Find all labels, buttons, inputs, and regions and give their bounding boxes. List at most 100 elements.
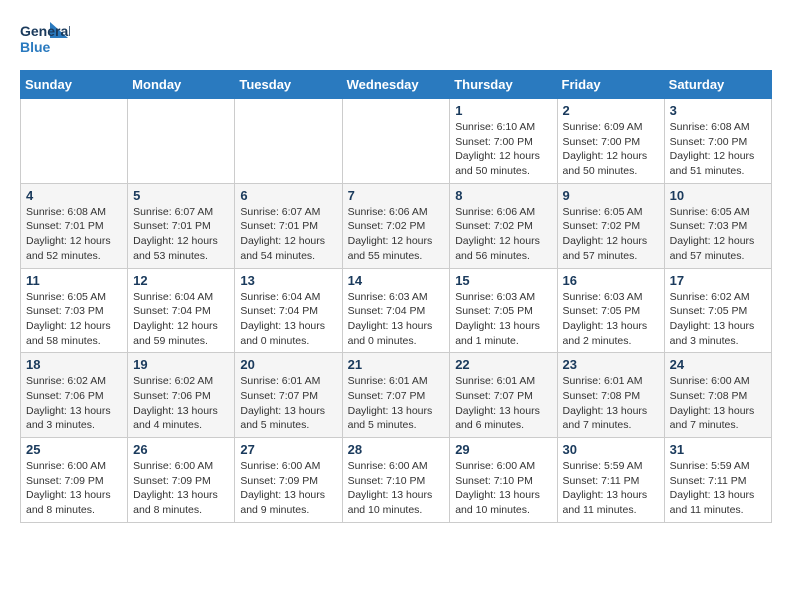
day-info: Sunrise: 6:07 AM Sunset: 7:01 PM Dayligh… xyxy=(133,205,229,264)
day-number: 2 xyxy=(563,103,659,118)
calendar-cell xyxy=(342,99,450,184)
calendar-cell: 13Sunrise: 6:04 AM Sunset: 7:04 PM Dayli… xyxy=(235,268,342,353)
day-number: 18 xyxy=(26,357,122,372)
day-number: 9 xyxy=(563,188,659,203)
calendar: SundayMondayTuesdayWednesdayThursdayFrid… xyxy=(20,70,772,523)
day-info: Sunrise: 6:00 AM Sunset: 7:08 PM Dayligh… xyxy=(670,374,766,433)
day-header-sunday: Sunday xyxy=(21,71,128,99)
day-header-saturday: Saturday xyxy=(664,71,771,99)
calendar-cell: 23Sunrise: 6:01 AM Sunset: 7:08 PM Dayli… xyxy=(557,353,664,438)
day-number: 27 xyxy=(240,442,336,457)
day-number: 5 xyxy=(133,188,229,203)
calendar-cell: 15Sunrise: 6:03 AM Sunset: 7:05 PM Dayli… xyxy=(450,268,557,353)
calendar-cell: 30 Sunrise: 5:59 AM Sunset: 7:11 PM Dayli… xyxy=(557,438,664,523)
day-header-friday: Friday xyxy=(557,71,664,99)
header: GeneralBlue xyxy=(20,20,772,60)
calendar-cell: 17Sunrise: 6:02 AM Sunset: 7:05 PM Dayli… xyxy=(664,268,771,353)
calendar-cell: 24 Sunrise: 6:00 AM Sunset: 7:08 PM Dayli… xyxy=(664,353,771,438)
day-info: Sunrise: 6:03 AM Sunset: 7:05 PM Dayligh… xyxy=(455,290,551,349)
week-row-4: 18 Sunrise: 6:02 AM Sunset: 7:06 PM Dayli… xyxy=(21,353,772,438)
calendar-cell: 7 Sunrise: 6:06 AM Sunset: 7:02 PM Daylig… xyxy=(342,183,450,268)
calendar-cell: 1Sunrise: 6:10 AM Sunset: 7:00 PM Daylig… xyxy=(450,99,557,184)
day-number: 12 xyxy=(133,273,229,288)
day-info: Sunrise: 6:00 AM Sunset: 7:10 PM Dayligh… xyxy=(348,459,445,518)
calendar-cell xyxy=(128,99,235,184)
day-number: 29 xyxy=(455,442,551,457)
day-info: Sunrise: 6:04 AM Sunset: 7:04 PM Dayligh… xyxy=(240,290,336,349)
day-number: 17 xyxy=(670,273,766,288)
calendar-cell xyxy=(21,99,128,184)
calendar-cell xyxy=(235,99,342,184)
logo-icon: GeneralBlue xyxy=(20,20,70,60)
day-number: 19 xyxy=(133,357,229,372)
day-info: Sunrise: 6:05 AM Sunset: 7:03 PM Dayligh… xyxy=(26,290,122,349)
calendar-cell: 28 Sunrise: 6:00 AM Sunset: 7:10 PM Dayli… xyxy=(342,438,450,523)
day-info: Sunrise: 5:59 AM Sunset: 7:11 PM Dayligh… xyxy=(563,459,659,518)
calendar-cell: 11 Sunrise: 6:05 AM Sunset: 7:03 PM Dayli… xyxy=(21,268,128,353)
week-row-5: 25Sunrise: 6:00 AM Sunset: 7:09 PM Dayli… xyxy=(21,438,772,523)
calendar-cell: 26 Sunrise: 6:00 AM Sunset: 7:09 PM Dayli… xyxy=(128,438,235,523)
day-number: 8 xyxy=(455,188,551,203)
day-info: Sunrise: 6:02 AM Sunset: 7:06 PM Dayligh… xyxy=(26,374,122,433)
calendar-cell: 3 Sunrise: 6:08 AM Sunset: 7:00 PM Daylig… xyxy=(664,99,771,184)
day-info: Sunrise: 6:09 AM Sunset: 7:00 PM Dayligh… xyxy=(563,120,659,179)
calendar-cell: 2 Sunrise: 6:09 AM Sunset: 7:00 PM Daylig… xyxy=(557,99,664,184)
week-row-3: 11 Sunrise: 6:05 AM Sunset: 7:03 PM Dayli… xyxy=(21,268,772,353)
day-info: Sunrise: 5:59 AM Sunset: 7:11 PM Dayligh… xyxy=(670,459,766,518)
calendar-cell: 25Sunrise: 6:00 AM Sunset: 7:09 PM Dayli… xyxy=(21,438,128,523)
calendar-cell: 8 Sunrise: 6:06 AM Sunset: 7:02 PM Daylig… xyxy=(450,183,557,268)
day-number: 20 xyxy=(240,357,336,372)
day-number: 14 xyxy=(348,273,445,288)
day-number: 30 xyxy=(563,442,659,457)
svg-text:General: General xyxy=(20,23,70,39)
day-info: Sunrise: 6:06 AM Sunset: 7:02 PM Dayligh… xyxy=(455,205,551,264)
day-info: Sunrise: 6:00 AM Sunset: 7:09 PM Dayligh… xyxy=(26,459,122,518)
day-info: Sunrise: 6:01 AM Sunset: 7:07 PM Dayligh… xyxy=(240,374,336,433)
svg-text:Blue: Blue xyxy=(20,39,51,55)
day-info: Sunrise: 6:06 AM Sunset: 7:02 PM Dayligh… xyxy=(348,205,445,264)
day-info: Sunrise: 6:02 AM Sunset: 7:06 PM Dayligh… xyxy=(133,374,229,433)
calendar-cell: 12Sunrise: 6:04 AM Sunset: 7:04 PM Dayli… xyxy=(128,268,235,353)
calendar-cell: 18 Sunrise: 6:02 AM Sunset: 7:06 PM Dayli… xyxy=(21,353,128,438)
calendar-cell: 20 Sunrise: 6:01 AM Sunset: 7:07 PM Dayli… xyxy=(235,353,342,438)
day-number: 7 xyxy=(348,188,445,203)
calendar-cell: 22 Sunrise: 6:01 AM Sunset: 7:07 PM Dayli… xyxy=(450,353,557,438)
calendar-cell: 29 Sunrise: 6:00 AM Sunset: 7:10 PM Dayli… xyxy=(450,438,557,523)
day-number: 24 xyxy=(670,357,766,372)
day-number: 26 xyxy=(133,442,229,457)
day-header-monday: Monday xyxy=(128,71,235,99)
calendar-cell: 16 Sunrise: 6:03 AM Sunset: 7:05 PM Dayli… xyxy=(557,268,664,353)
day-number: 6 xyxy=(240,188,336,203)
calendar-cell: 9 Sunrise: 6:05 AM Sunset: 7:02 PM Daylig… xyxy=(557,183,664,268)
day-number: 31 xyxy=(670,442,766,457)
day-number: 16 xyxy=(563,273,659,288)
day-info: Sunrise: 6:05 AM Sunset: 7:02 PM Dayligh… xyxy=(563,205,659,264)
logo: GeneralBlue xyxy=(20,20,70,60)
calendar-cell: 27Sunrise: 6:00 AM Sunset: 7:09 PM Dayli… xyxy=(235,438,342,523)
day-info: Sunrise: 6:03 AM Sunset: 7:04 PM Dayligh… xyxy=(348,290,445,349)
week-row-2: 4 Sunrise: 6:08 AM Sunset: 7:01 PM Daylig… xyxy=(21,183,772,268)
day-number: 23 xyxy=(563,357,659,372)
day-info: Sunrise: 6:08 AM Sunset: 7:01 PM Dayligh… xyxy=(26,205,122,264)
day-number: 21 xyxy=(348,357,445,372)
calendar-cell: 6 Sunrise: 6:07 AM Sunset: 7:01 PM Daylig… xyxy=(235,183,342,268)
day-info: Sunrise: 6:05 AM Sunset: 7:03 PM Dayligh… xyxy=(670,205,766,264)
day-info: Sunrise: 6:00 AM Sunset: 7:09 PM Dayligh… xyxy=(133,459,229,518)
day-info: Sunrise: 6:03 AM Sunset: 7:05 PM Dayligh… xyxy=(563,290,659,349)
day-info: Sunrise: 6:00 AM Sunset: 7:10 PM Dayligh… xyxy=(455,459,551,518)
day-number: 3 xyxy=(670,103,766,118)
day-number: 28 xyxy=(348,442,445,457)
calendar-cell: 14 Sunrise: 6:03 AM Sunset: 7:04 PM Dayli… xyxy=(342,268,450,353)
calendar-cell: 10Sunrise: 6:05 AM Sunset: 7:03 PM Dayli… xyxy=(664,183,771,268)
day-info: Sunrise: 6:01 AM Sunset: 7:07 PM Dayligh… xyxy=(348,374,445,433)
day-number: 4 xyxy=(26,188,122,203)
day-number: 22 xyxy=(455,357,551,372)
day-info: Sunrise: 6:01 AM Sunset: 7:07 PM Dayligh… xyxy=(455,374,551,433)
day-header-tuesday: Tuesday xyxy=(235,71,342,99)
day-number: 11 xyxy=(26,273,122,288)
day-info: Sunrise: 6:08 AM Sunset: 7:00 PM Dayligh… xyxy=(670,120,766,179)
week-row-1: 1Sunrise: 6:10 AM Sunset: 7:00 PM Daylig… xyxy=(21,99,772,184)
day-info: Sunrise: 6:07 AM Sunset: 7:01 PM Dayligh… xyxy=(240,205,336,264)
calendar-cell: 21 Sunrise: 6:01 AM Sunset: 7:07 PM Dayli… xyxy=(342,353,450,438)
calendar-cell: 4 Sunrise: 6:08 AM Sunset: 7:01 PM Daylig… xyxy=(21,183,128,268)
